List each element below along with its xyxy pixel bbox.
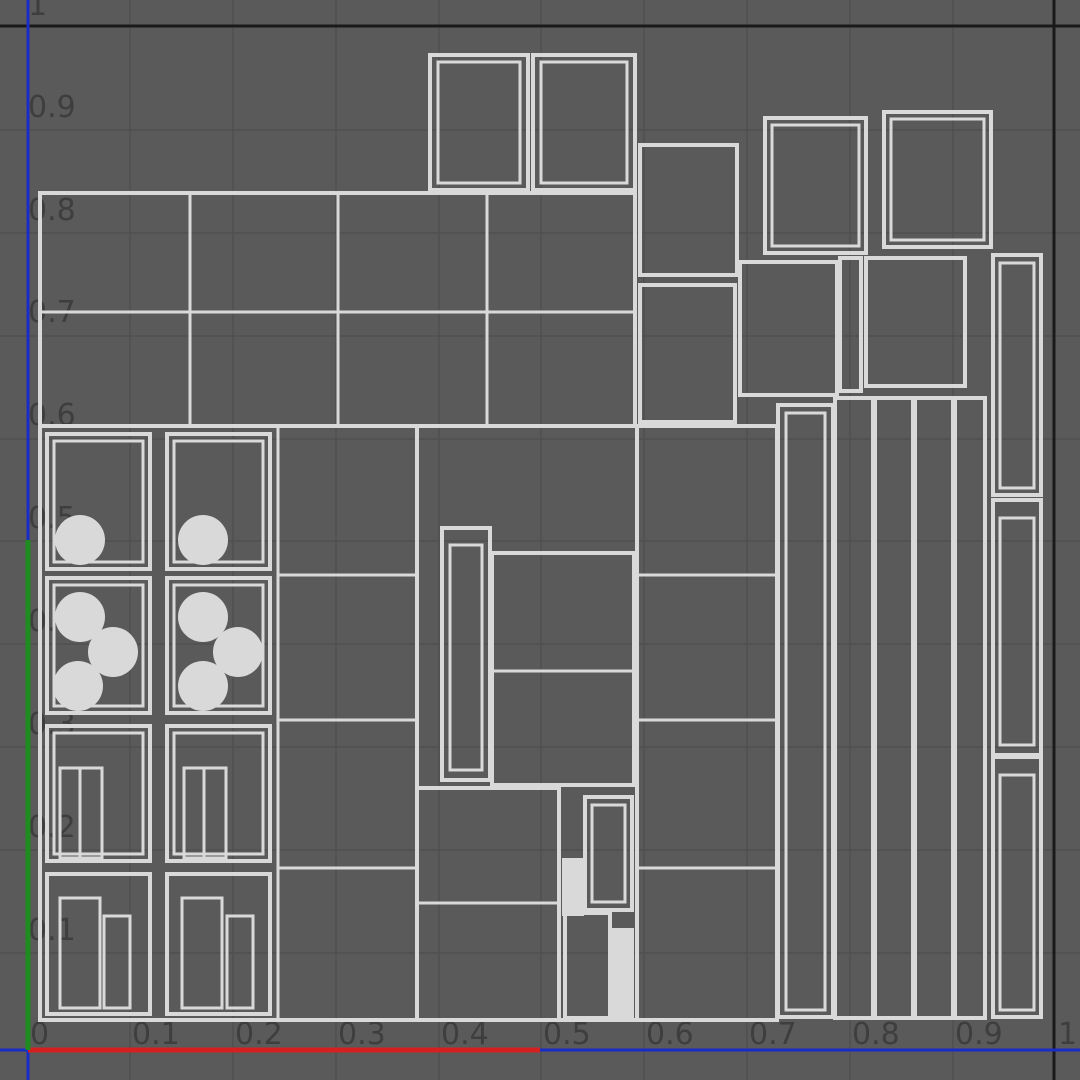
uv-island-inner xyxy=(998,773,1036,1012)
uv-island[interactable] xyxy=(913,396,955,1020)
uv-island-dot[interactable] xyxy=(178,515,228,565)
u-axis-labels: 0 0.1 0.2 0.3 0.4 0.5 0.6 0.7 0.8 0.9 1 xyxy=(30,1017,1077,1052)
u-tick-label: 0.3 xyxy=(338,1017,386,1052)
uv-island-inner xyxy=(436,60,522,185)
u-tick-label: 1 xyxy=(1058,1017,1077,1052)
uv-island-inner xyxy=(539,60,629,185)
u-tick-label: 0.7 xyxy=(749,1017,797,1052)
u-tick-label: 0.1 xyxy=(132,1017,180,1052)
v-tick-label: 1 xyxy=(28,0,47,23)
v-tick-label: 0.9 xyxy=(28,90,76,125)
uv-island[interactable] xyxy=(102,914,132,1010)
u-tick-label: 0.5 xyxy=(543,1017,591,1052)
uv-island[interactable] xyxy=(638,283,737,424)
uv-canvas[interactable]: 0 0.1 0.2 0.3 0.4 0.5 0.6 0.7 0.8 0.9 1 … xyxy=(0,0,1080,1080)
u-tick-label: 0.2 xyxy=(235,1017,283,1052)
v-tick-label: 0.1 xyxy=(28,913,76,948)
uv-island[interactable] xyxy=(864,256,967,388)
v-axis-labels: 0.1 0.2 0.3 0.4 0.5 0.6 0.7 0.8 0.9 1 xyxy=(28,0,76,948)
uv-island-filled[interactable] xyxy=(562,858,584,916)
uv-island-inner xyxy=(784,411,827,1012)
uv-island[interactable] xyxy=(833,396,875,1020)
uv-island-inner xyxy=(770,123,861,248)
uv-island[interactable] xyxy=(225,914,255,1010)
u-tick-label: 0.8 xyxy=(852,1017,900,1052)
v-tick-label: 0.8 xyxy=(28,193,76,228)
uv-island[interactable] xyxy=(563,911,612,1020)
uv-island[interactable] xyxy=(531,53,637,192)
uv-island-inner xyxy=(448,543,484,772)
uv-island[interactable] xyxy=(882,110,993,249)
uv-island-inner xyxy=(998,516,1036,747)
uv-island[interactable] xyxy=(165,724,272,863)
v-tick-label: 0.2 xyxy=(28,810,76,845)
uv-island-inner xyxy=(172,731,265,856)
uv-island[interactable] xyxy=(953,396,987,1020)
uv-editor-viewport[interactable]: 0 0.1 0.2 0.3 0.4 0.5 0.6 0.7 0.8 0.9 1 … xyxy=(0,0,1080,1080)
uv-island-dot[interactable] xyxy=(53,661,103,711)
uv-island-inner xyxy=(590,803,627,904)
uv-island[interactable] xyxy=(428,53,530,192)
uv-island[interactable] xyxy=(490,551,636,787)
uv-island[interactable] xyxy=(638,143,739,277)
uv-island-filled[interactable] xyxy=(612,928,634,1018)
u-tick-label: 0 xyxy=(30,1017,49,1052)
uv-island-dot[interactable] xyxy=(178,661,228,711)
uv-island-inner xyxy=(998,261,1036,490)
uv-island[interactable] xyxy=(738,260,839,397)
u-tick-label: 0.6 xyxy=(646,1017,694,1052)
uv-island[interactable] xyxy=(873,396,915,1020)
u-tick-label: 0.9 xyxy=(955,1017,1003,1052)
uv-island-inner xyxy=(889,117,986,242)
uv-island-dot[interactable] xyxy=(55,515,105,565)
u-tick-label: 0.4 xyxy=(441,1017,489,1052)
